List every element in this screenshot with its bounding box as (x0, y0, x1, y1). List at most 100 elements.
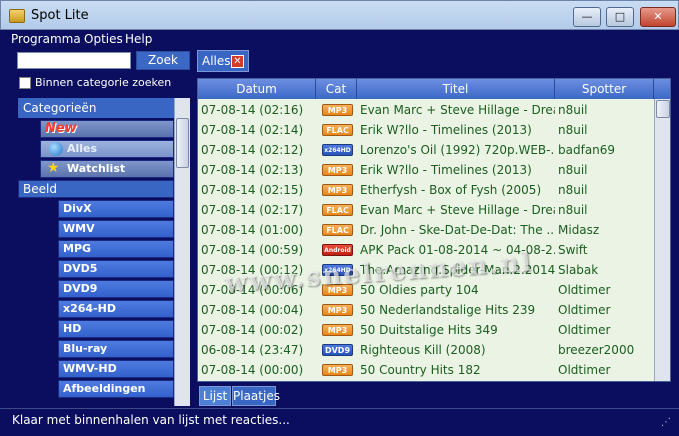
grid-scroll-thumb[interactable] (656, 100, 670, 118)
cell-date: 07-08-14 (00:00) (201, 363, 304, 377)
column-datum[interactable]: Datum (198, 79, 316, 99)
cell-title: Dr. John - Ske-Dat-De-Dat: The ... (360, 223, 555, 237)
cell-title: Erik W?llo - Timelines (2013) (360, 123, 532, 137)
category-badge-icon: MP3 (322, 184, 353, 196)
column-titel[interactable]: Titel (357, 79, 555, 99)
cell-spotter: Slabak (558, 263, 599, 277)
category-mpg[interactable]: MPG (58, 240, 174, 258)
cell-category: x264HD (318, 140, 356, 160)
minimize-button[interactable]: — (573, 7, 601, 27)
table-row[interactable]: 07-08-14 (02:16) MP3 Evan Marc + Steve Hil… (198, 100, 654, 120)
category-watchlist[interactable]: ★ Watchlist (40, 160, 174, 178)
tab-lijst[interactable]: Lijst (199, 386, 231, 406)
category-blu-ray[interactable]: Blu-ray (58, 340, 174, 358)
cell-spotter: Oldtimer (558, 283, 611, 297)
category-divx[interactable]: DivX (58, 200, 174, 218)
cell-spotter: n8uil (558, 183, 588, 197)
table-row[interactable]: 07-08-14 (02:14) FLAC Erik W?llo - Timelin… (198, 120, 654, 140)
close-tab-icon[interactable]: ✕ (231, 55, 244, 68)
close-window-button[interactable]: ✕ (640, 7, 676, 27)
category-new[interactable]: New (40, 120, 174, 138)
cell-category: Android (318, 240, 356, 260)
cell-category: MP3 (318, 320, 356, 340)
table-row[interactable]: 07-08-14 (02:15) MP3 Etherfysh - Box of Fy… (198, 180, 654, 200)
table-row[interactable]: 07-08-14 (00:00) MP3 50 Country Hits 182 Ol… (198, 360, 654, 380)
cell-date: 07-08-14 (00:59) (201, 243, 304, 257)
cell-title: Etherfysh - Box of Fysh (2005) (360, 183, 542, 197)
column-spotter[interactable]: Spotter (555, 79, 654, 99)
category-badge-icon: MP3 (322, 104, 353, 116)
cell-spotter: n8uil (558, 203, 588, 217)
category-beeld[interactable]: Beeld (18, 180, 174, 198)
category-badge-icon: MP3 (322, 324, 353, 336)
table-row[interactable]: 07-08-14 (01:00) FLAC Dr. John - Ske-Dat-D… (198, 220, 654, 240)
table-row[interactable]: 07-08-14 (02:12) x264HD Lorenzo's Oil (199… (198, 140, 654, 160)
category-badge-icon: x264HD (322, 144, 353, 156)
resize-grip-icon[interactable]: ⋰ (661, 417, 671, 428)
menu-programma[interactable]: Programma (11, 32, 81, 46)
table-row[interactable]: 07-08-14 (02:17) FLAC Evan Marc + Steve Hi… (198, 200, 654, 220)
table-row[interactable]: 07-08-14 (00:02) MP3 50 Duitstalige Hits 3… (198, 320, 654, 340)
category-scrollbar[interactable] (174, 98, 190, 406)
maximize-button[interactable]: □ (606, 7, 634, 27)
category-panel: Categorieën New Alles ★ Watchlist Beeld … (18, 98, 190, 406)
title-bar: Spot Lite — □ ✕ (0, 0, 679, 30)
menu-help[interactable]: Help (125, 32, 152, 46)
table-row[interactable]: 06-08-14 (23:47) DVD9 Righteous Kill (2008… (198, 340, 654, 360)
cell-date: 06-08-14 (23:47) (201, 343, 304, 357)
zoek-button[interactable]: Zoek (136, 51, 190, 70)
cell-date: 07-08-14 (01:00) (201, 223, 304, 237)
cell-category: MP3 (318, 180, 356, 200)
grid-scrollbar[interactable] (654, 99, 670, 381)
category-dvd5[interactable]: DVD5 (58, 260, 174, 278)
menu-bar: Programma Opties Help (0, 30, 679, 48)
category-badge-icon: FLAC (322, 124, 353, 136)
cell-date: 07-08-14 (02:16) (201, 103, 304, 117)
table-row[interactable]: 07-08-14 (00:04) MP3 50 Nederlandstalige H… (198, 300, 654, 320)
cell-date: 07-08-14 (00:02) (201, 323, 304, 337)
new-label: New (45, 121, 77, 136)
window-title: Spot Lite (31, 8, 89, 23)
category-x264-hd[interactable]: x264-HD (58, 300, 174, 318)
tab-plaatjes[interactable]: Plaatjes (232, 386, 280, 406)
category-list: New Alles ★ Watchlist Beeld DivX WMV MPG… (18, 118, 174, 406)
tab-alles-label: Alles (202, 54, 231, 68)
category-badge-icon: Android (322, 244, 353, 256)
category-scroll-thumb[interactable] (176, 118, 189, 168)
column-cat[interactable]: Cat (316, 79, 357, 99)
cell-category: MP3 (318, 300, 356, 320)
cell-title: 50 Nederlandstalige Hits 239 (360, 303, 536, 317)
cell-title: Evan Marc + Steve Hillage - Drea... (360, 103, 555, 117)
search-input[interactable] (17, 52, 131, 69)
category-badge-icon: MP3 (322, 164, 353, 176)
tab-alles[interactable]: Alles ✕ (197, 50, 249, 72)
cell-date: 07-08-14 (02:12) (201, 143, 304, 157)
category-wmv-hd[interactable]: WMV-HD (58, 360, 174, 378)
category-badge-icon: FLAC (322, 204, 353, 216)
category-badge-icon: FLAC (322, 224, 353, 236)
category-alles-label: Alles (67, 142, 98, 155)
category-dvd9[interactable]: DVD9 (58, 280, 174, 298)
cell-date: 07-08-14 (02:15) (201, 183, 304, 197)
cell-spotter: Midasz (558, 223, 600, 237)
table-row[interactable]: 07-08-14 (02:13) MP3 Erik W?llo - Timeline… (198, 160, 654, 180)
cell-spotter: n8uil (558, 163, 588, 177)
menu-opties[interactable]: Opties (84, 32, 123, 46)
cell-title: 50 Country Hits 182 (360, 363, 481, 377)
globe-icon (49, 142, 63, 156)
category-wmv[interactable]: WMV (58, 220, 174, 238)
cell-spotter: Oldtimer (558, 303, 611, 317)
category-search-checkbox[interactable] (19, 77, 31, 89)
category-hd[interactable]: HD (58, 320, 174, 338)
cell-spotter: Oldtimer (558, 323, 611, 337)
cell-spotter: Swift (558, 243, 588, 257)
spots-grid: Datum Cat Titel Spotter 07-08-14 (02:16)… (197, 78, 671, 382)
cell-spotter: Oldtimer (558, 363, 611, 377)
status-text: Klaar met binnenhalen van lijst met reac… (12, 413, 290, 427)
category-afbeeldingen[interactable]: Afbeeldingen (58, 380, 174, 398)
cell-category: MP3 (318, 160, 356, 180)
star-icon: ★ (47, 160, 60, 176)
cell-category: MP3 (318, 100, 356, 120)
category-alles[interactable]: Alles (40, 140, 174, 158)
cell-spotter: n8uil (558, 103, 588, 117)
